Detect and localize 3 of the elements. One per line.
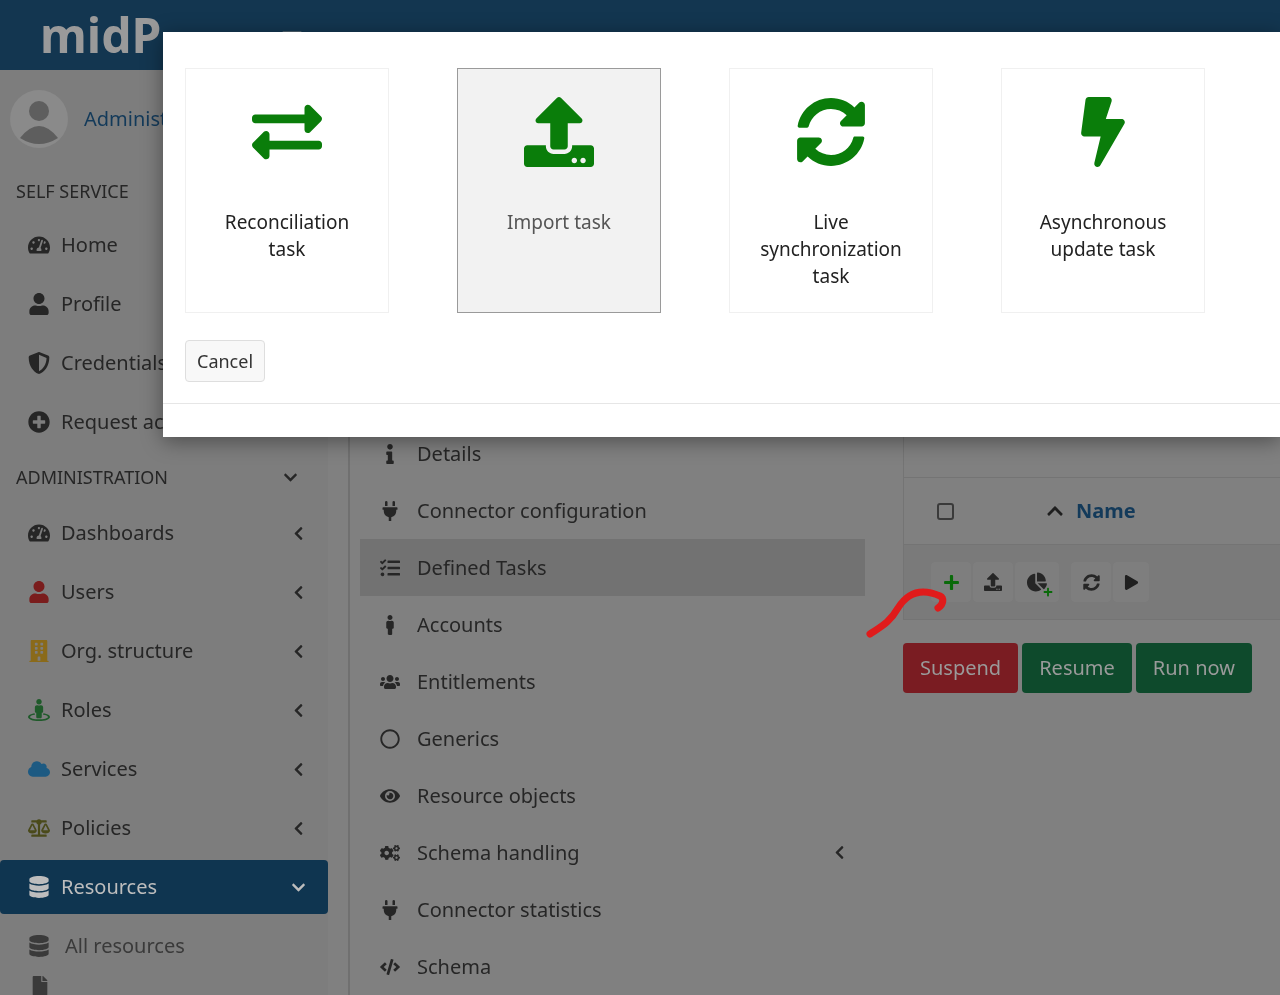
section-title: SELF SERVICE (16, 178, 130, 205)
section-title: ADMINISTRATION (16, 464, 170, 491)
logo: midP (40, 11, 162, 59)
